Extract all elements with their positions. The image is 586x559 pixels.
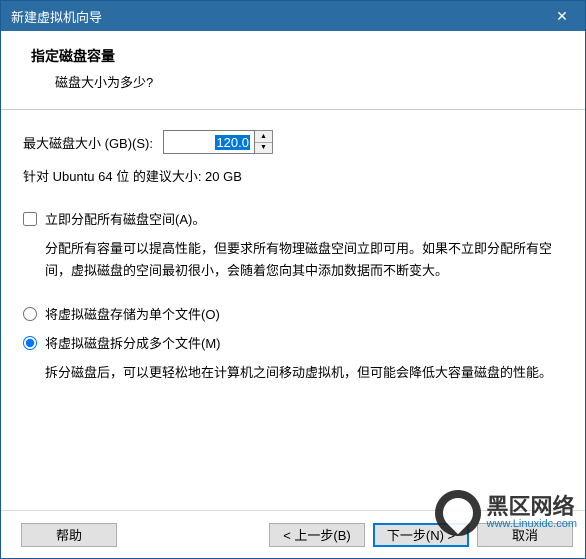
disk-size-spinner[interactable]: 120.0 ▲ ▼ bbox=[163, 130, 273, 154]
close-icon: ✕ bbox=[556, 8, 568, 25]
spinner-down[interactable]: ▼ bbox=[255, 143, 272, 154]
spinner-buttons: ▲ ▼ bbox=[255, 130, 273, 154]
disk-size-label: 最大磁盘大小 (GB)(S): bbox=[23, 133, 153, 152]
allocate-now-row: 立即分配所有磁盘空间(A)。 bbox=[23, 209, 563, 228]
cancel-button[interactable]: 取消 bbox=[477, 523, 573, 547]
back-button[interactable]: < 上一步(B) bbox=[269, 523, 365, 547]
wizard-window: 新建虚拟机向导 ✕ 指定磁盘容量 磁盘大小为多少? 最大磁盘大小 (GB)(S)… bbox=[0, 0, 586, 559]
recommended-size: 针对 Ubuntu 64 位 的建议大小: 20 GB bbox=[23, 166, 563, 185]
disk-size-input[interactable]: 120.0 bbox=[163, 130, 255, 154]
allocate-now-checkbox[interactable] bbox=[23, 212, 37, 226]
disk-size-row: 最大磁盘大小 (GB)(S): 120.0 ▲ ▼ bbox=[23, 130, 563, 154]
store-split-radio[interactable] bbox=[23, 336, 37, 350]
next-button[interactable]: 下一步(N) > bbox=[373, 523, 469, 547]
page-subtitle: 磁盘大小为多少? bbox=[31, 72, 565, 91]
store-single-radio[interactable] bbox=[23, 307, 37, 321]
split-description: 拆分磁盘后，可以更轻松地在计算机之间移动虚拟机，但可能会降低大容量磁盘的性能。 bbox=[23, 362, 563, 384]
store-split-label: 将虚拟磁盘拆分成多个文件(M) bbox=[45, 333, 221, 352]
disk-size-value-selected: 120.0 bbox=[215, 135, 250, 150]
titlebar: 新建虚拟机向导 ✕ bbox=[1, 1, 585, 31]
window-title: 新建虚拟机向导 bbox=[11, 7, 102, 26]
store-single-label: 将虚拟磁盘存储为单个文件(O) bbox=[45, 304, 220, 323]
help-button[interactable]: 帮助 bbox=[21, 523, 117, 547]
allocate-description: 分配所有容量可以提高性能，但要求所有物理磁盘空间立即可用。如果不立即分配所有空间… bbox=[23, 238, 563, 282]
store-split-row: 将虚拟磁盘拆分成多个文件(M) bbox=[23, 333, 563, 352]
wizard-header: 指定磁盘容量 磁盘大小为多少? bbox=[1, 31, 585, 110]
spinner-up[interactable]: ▲ bbox=[255, 131, 272, 143]
allocate-now-label: 立即分配所有磁盘空间(A)。 bbox=[45, 209, 205, 228]
store-single-row: 将虚拟磁盘存储为单个文件(O) bbox=[23, 304, 563, 323]
close-button[interactable]: ✕ bbox=[539, 1, 585, 31]
wizard-footer: 帮助 < 上一步(B) 下一步(N) > 取消 bbox=[1, 510, 585, 558]
page-title: 指定磁盘容量 bbox=[31, 46, 565, 66]
wizard-body: 最大磁盘大小 (GB)(S): 120.0 ▲ ▼ 针对 Ubuntu 64 位… bbox=[1, 110, 585, 416]
